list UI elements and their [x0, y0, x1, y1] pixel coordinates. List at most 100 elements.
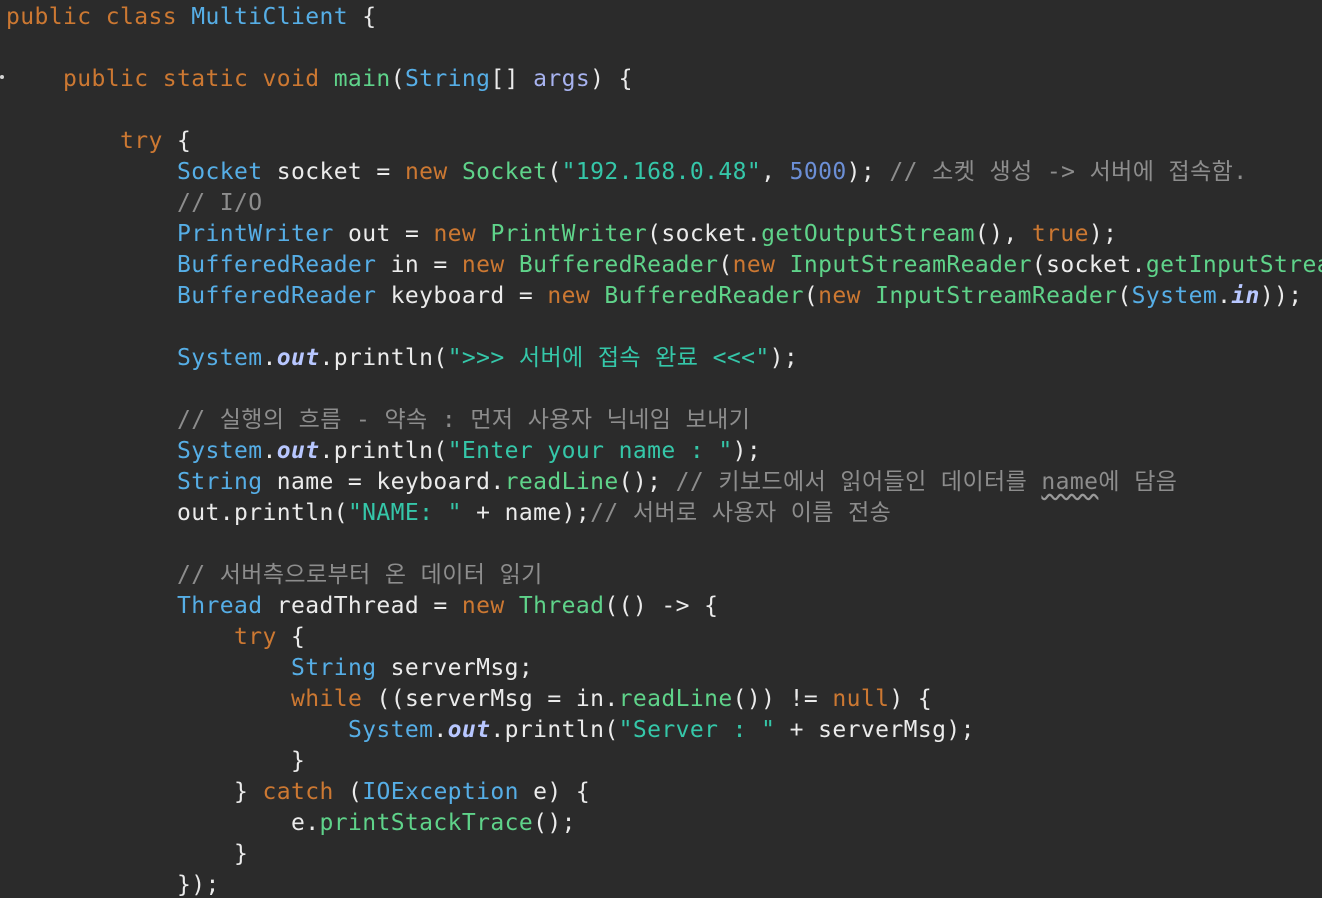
code-token: System: [176, 438, 263, 464]
code-token: readThread =: [262, 593, 462, 619]
code-token: // 소켓 생성 -> 서버에 접속함.: [889, 159, 1248, 185]
code-token: .println(: [490, 717, 619, 743]
code-token: public class: [6, 4, 192, 30]
code-line[interactable]: // I/O: [6, 188, 262, 219]
code-token: .: [1217, 283, 1232, 309]
code-token: main: [333, 66, 391, 92]
code-token: ,: [761, 159, 790, 185]
code-token: name = keyboard.: [262, 469, 505, 495]
code-line[interactable]: // 서버측으로부터 온 데이터 읽기: [6, 560, 543, 591]
code-token: in: [1231, 283, 1260, 309]
code-token: while: [290, 686, 363, 712]
code-token: );: [732, 438, 762, 464]
code-token: System: [176, 345, 263, 371]
code-token: }: [6, 841, 249, 867]
code-token: String: [176, 469, 263, 495]
code-token: (socket.: [647, 221, 762, 247]
code-token: ) {: [590, 66, 633, 92]
code-token: });: [6, 872, 220, 898]
code-line[interactable]: try {: [6, 126, 191, 157]
code-token: Socket: [176, 159, 263, 185]
code-token: serverMsg;: [376, 655, 534, 681]
code-token: new: [461, 593, 519, 619]
code-line[interactable]: BufferedReader in = new BufferedReader(n…: [6, 250, 1322, 281]
code-token: catch: [262, 779, 334, 805]
code-token: InputStreamReader: [789, 252, 1032, 278]
code-line[interactable]: }: [6, 746, 305, 777]
code-token: }: [6, 779, 263, 805]
code-token: MultiClient: [191, 4, 348, 30]
code-line[interactable]: public class MultiClient {: [6, 2, 376, 33]
code-token: (: [1117, 283, 1132, 309]
code-token: "Server : ": [618, 717, 776, 743]
code-line[interactable]: while ((serverMsg = in.readLine()) != nu…: [6, 684, 932, 715]
code-line[interactable]: BufferedReader keyboard = new BufferedRe…: [6, 281, 1303, 312]
code-token: BufferedReader: [604, 283, 804, 309]
code-line[interactable]: // 실행의 흐름 - 약속 : 먼저 사용자 닉네임 보내기: [6, 405, 750, 436]
code-token: Thread: [176, 593, 263, 619]
code-token: PrintWriter: [490, 221, 648, 247]
code-token: e) {: [518, 779, 591, 805]
code-token: );: [1088, 221, 1118, 247]
breakpoint-marker-icon[interactable]: [0, 75, 4, 79]
code-token: (socket.: [1031, 252, 1146, 278]
code-line[interactable]: e.printStackTrace();: [6, 808, 576, 839]
code-token: 5000: [789, 159, 847, 185]
code-token: 에 담음: [1098, 469, 1178, 495]
code-token: (: [333, 779, 363, 805]
code-token: new: [461, 252, 519, 278]
code-editor[interactable]: public class MultiClient { public static…: [0, 0, 1322, 898]
code-line[interactable]: System.out.println(">>> 서버에 접속 완료 <<<");: [6, 343, 798, 374]
code-token: new: [404, 159, 462, 185]
code-token: // 서버측으로부터 온 데이터 읽기: [176, 562, 543, 588]
code-token: );: [846, 159, 890, 185]
code-token: public static void: [6, 66, 334, 92]
code-token: .: [433, 717, 448, 743]
code-line[interactable]: System.out.println("Enter your name : ")…: [6, 436, 761, 467]
code-token: socket =: [262, 159, 405, 185]
code-token: (: [547, 159, 562, 185]
code-token: ">>> 서버에 접속 완료 <<<": [447, 345, 770, 371]
code-token: (: [718, 252, 733, 278]
code-token: try: [233, 624, 277, 650]
code-token: true: [1031, 221, 1089, 247]
code-token: readLine: [618, 686, 733, 712]
code-token: Socket: [461, 159, 548, 185]
code-line[interactable]: public static void main(String[] args) {: [6, 64, 633, 95]
code-line[interactable]: out.println("NAME: " + name);// 서버로 사용자 …: [6, 498, 891, 529]
code-line[interactable]: String serverMsg;: [6, 653, 533, 684]
code-token: }: [6, 748, 306, 774]
code-line[interactable]: try {: [6, 622, 305, 653]
code-token: ();: [618, 469, 676, 495]
code-line[interactable]: }: [6, 839, 248, 870]
code-token: IOException: [362, 779, 519, 805]
code-token: new: [433, 221, 491, 247]
code-token: getOutputStream: [761, 221, 975, 247]
code-token: readLine: [504, 469, 619, 495]
code-token: // 실행의 흐름 - 약속 : 먼저 사용자 닉네임 보내기: [176, 407, 751, 433]
code-token: (() -> {: [604, 593, 719, 619]
code-line[interactable]: } catch (IOException e) {: [6, 777, 590, 808]
code-token: // 서버로 사용자 이름 전송: [590, 500, 892, 526]
code-line[interactable]: Thread readThread = new Thread(() -> {: [6, 591, 718, 622]
code-line[interactable]: Socket socket = new Socket("192.168.0.48…: [6, 157, 1247, 188]
code-token: new: [547, 283, 605, 309]
code-line[interactable]: PrintWriter out = new PrintWriter(socket…: [6, 219, 1117, 250]
code-token: // 키보드에서 읽어들인 데이터를: [675, 469, 1042, 495]
code-token: ()) !=: [732, 686, 833, 712]
code-line[interactable]: String name = keyboard.readLine(); // 키보…: [6, 467, 1177, 498]
code-line[interactable]: });: [6, 870, 220, 898]
code-token: out.println(: [176, 500, 348, 526]
code-token: new: [732, 252, 790, 278]
code-token: in =: [376, 252, 462, 278]
code-line[interactable]: System.out.println("Server : " + serverM…: [6, 715, 975, 746]
code-token: + serverMsg);: [775, 717, 975, 743]
